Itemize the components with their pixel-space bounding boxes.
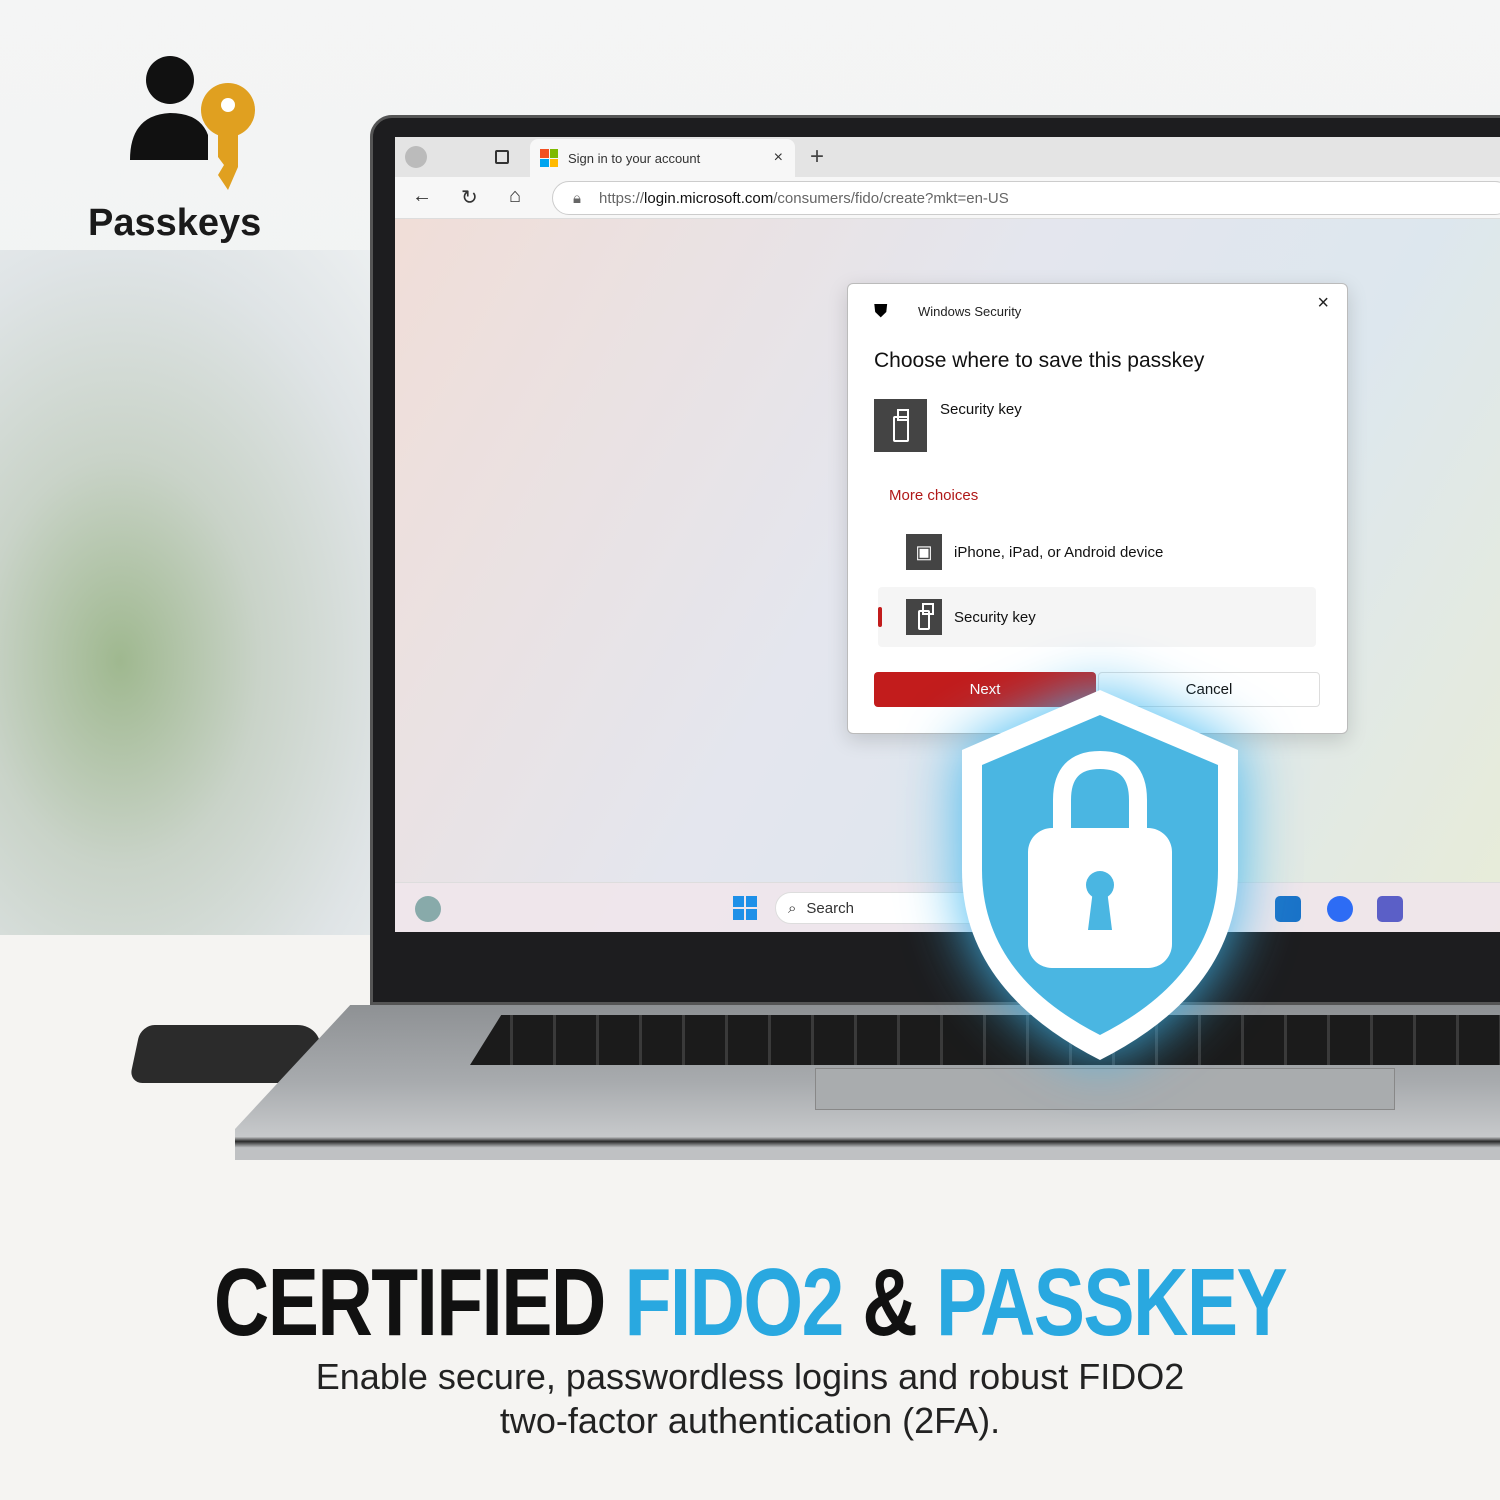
subline-1: Enable secure, passwordless logins and r… — [315, 1356, 1185, 1397]
headline-fido2: FIDO2 — [624, 1249, 845, 1356]
more-choices-link[interactable]: More choices — [889, 487, 978, 504]
option-phone-device[interactable]: ▣ iPhone, iPad, or Android device — [878, 522, 1316, 582]
outlook-icon[interactable] — [1275, 896, 1301, 922]
home-icon[interactable]: ⌂ — [509, 185, 521, 208]
search-label: Search — [806, 899, 854, 917]
profile-avatar[interactable] — [405, 146, 427, 168]
teams-icon[interactable] — [1377, 896, 1403, 922]
qr-code-icon: ▣ — [906, 534, 942, 570]
lock-icon: 🔒︎ — [573, 189, 581, 207]
passkeys-logo-icon — [130, 56, 255, 190]
primary-option-label[interactable]: Security key — [940, 401, 1022, 418]
headline-ampersand: & — [842, 1249, 937, 1356]
dialog-app-title: Windows Security — [918, 304, 1022, 319]
zoom-icon[interactable] — [1327, 896, 1353, 922]
url-host: login.microsoft.com — [644, 189, 774, 207]
selection-indicator — [878, 607, 882, 627]
background-blur — [0, 250, 400, 935]
usb-key-icon — [906, 599, 942, 635]
microsoft-logo-icon — [540, 149, 558, 167]
widgets-icon[interactable] — [415, 896, 441, 922]
tab-title: Sign in to your account — [568, 150, 701, 166]
close-tab-icon[interactable]: × — [774, 149, 783, 167]
close-icon[interactable]: × — [1317, 292, 1329, 315]
usb-key-icon — [874, 399, 927, 452]
subheadline: Enable secure, passwordless logins and r… — [0, 1355, 1500, 1443]
back-arrow-icon[interactable]: ← — [412, 185, 432, 208]
start-button[interactable] — [733, 896, 757, 920]
refresh-icon[interactable]: ↻ — [461, 185, 478, 210]
tab-actions-icon[interactable] — [495, 150, 509, 164]
url-scheme: https:// — [598, 189, 645, 207]
url-field[interactable]: 🔒︎ https://login.microsoft.com/consumers… — [552, 181, 1500, 215]
passkeys-label: Passkeys — [88, 202, 262, 244]
browser-tab-bar: Sign in to your account × + — [395, 137, 1500, 177]
shield-icon: ⛊ — [874, 301, 888, 321]
dialog-heading: Choose where to save this passkey — [874, 349, 1205, 372]
security-shield-lock-icon — [962, 690, 1238, 1060]
url-path: /consumers/fido/create?mkt=en-US — [773, 189, 1009, 207]
search-icon: ⌕ — [788, 899, 797, 917]
windows-security-dialog: ⛊ Windows Security × Choose where to sav… — [847, 283, 1348, 734]
new-tab-button[interactable]: + — [810, 143, 824, 171]
option-label: Security key — [954, 608, 1036, 626]
option-label: iPhone, iPad, or Android device — [954, 543, 1164, 561]
headline-passkey: PASSKEY — [936, 1249, 1288, 1356]
subline-2: two-factor authentication (2FA). — [499, 1400, 1001, 1441]
headline-certified: CERTIFIED — [213, 1249, 625, 1356]
headline: CERTIFIED FIDO2 & PASSKEY — [150, 1248, 1350, 1358]
browser-tab[interactable]: Sign in to your account × — [530, 139, 795, 177]
option-security-key[interactable]: Security key — [878, 587, 1316, 647]
address-bar-row: ← ↻ ⌂ 🔒︎ https://login.microsoft.com/con… — [395, 177, 1500, 219]
